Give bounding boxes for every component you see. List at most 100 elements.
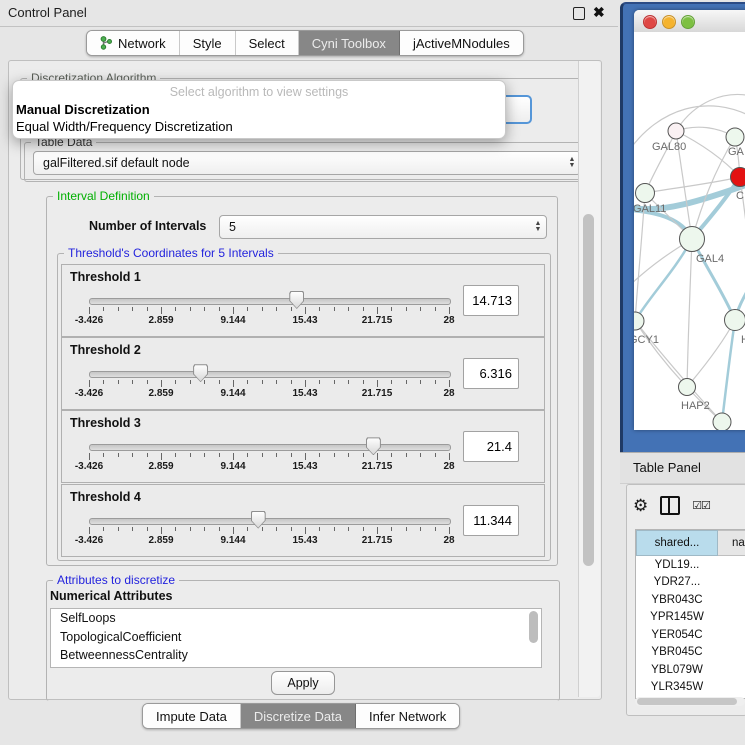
tab-network[interactable]: Network: [87, 31, 180, 55]
network-node-gal4[interactable]: [680, 227, 705, 252]
table-cell[interactable]: YLR345W: [637, 679, 718, 697]
slider-track[interactable]: [89, 371, 451, 378]
table-cell[interactable]: YBR043C: [637, 591, 718, 609]
network-window-titlebar[interactable]: [634, 10, 745, 33]
num-intervals-combobox[interactable]: 5 ▲▼: [219, 215, 547, 239]
algorithm-item-equal-width[interactable]: Equal Width/Frequency Discretization: [16, 119, 233, 134]
network-node-node[interactable]: [713, 413, 731, 430]
tab-cyni-toolbox[interactable]: Cyni Toolbox: [299, 31, 400, 55]
split-columns-icon[interactable]: [660, 496, 680, 515]
network-node-label: GAL4: [696, 253, 724, 265]
threshold-label: Threshold 2: [70, 343, 141, 357]
thresholds-group-label: Threshold's Coordinates for 5 Intervals: [64, 246, 278, 260]
close-panel-icon[interactable]: ✖: [593, 4, 605, 21]
table-row[interactable]: YBL079WYBL0: [637, 661, 745, 679]
tab-infer-network[interactable]: Infer Network: [356, 704, 459, 728]
slider-tick-labels: -3.4262.8599.14415.4321.71528: [89, 535, 449, 547]
table-cell[interactable]: YDL1: [718, 556, 745, 574]
network-edge[interactable]: [687, 239, 692, 387]
network-node-label: GAL80: [652, 141, 686, 153]
table-cell[interactable]: YDR27...: [637, 574, 718, 592]
slider-ticks: [89, 453, 449, 460]
float-panel-icon[interactable]: [573, 7, 585, 20]
slider-track[interactable]: [89, 518, 451, 525]
network-edge-highlighted[interactable]: [692, 239, 735, 320]
network-node-label: GAL11: [634, 203, 666, 215]
table-row[interactable]: YER054CYER0: [637, 626, 745, 644]
network-node-gal11[interactable]: [636, 184, 655, 203]
table-cell[interactable]: YPR145W: [637, 609, 718, 627]
network-node-ga[interactable]: [726, 128, 744, 146]
node-table[interactable]: shared...na YDL19...YDL1YDR27...YDR2YBR0…: [635, 529, 745, 699]
table-panel-titlebar: Table Panel: [620, 452, 745, 484]
settings-scrollbar-thumb[interactable]: [583, 214, 594, 566]
table-data-combobox[interactable]: galFiltered.sif default node ▲▼: [33, 151, 581, 175]
table-row[interactable]: YDR27...YDR2: [637, 574, 745, 592]
table-cell[interactable]: YLR3: [718, 679, 745, 697]
network-edge[interactable]: [676, 94, 745, 131]
table-row[interactable]: YBR045CYBR0: [637, 644, 745, 662]
network-node-gal80[interactable]: [668, 123, 684, 139]
close-window-icon[interactable]: [643, 15, 657, 29]
minimize-window-icon[interactable]: [662, 15, 676, 29]
network-edge-highlighted[interactable]: [635, 239, 692, 321]
table-row[interactable]: YLR345WYLR3: [637, 679, 745, 697]
slider-track[interactable]: [89, 444, 451, 451]
network-canvas[interactable]: GAL80GACGAL11GAL4GCY1HHAP2: [634, 32, 745, 430]
table-cell[interactable]: YBR0: [718, 644, 745, 662]
tab-impute-data[interactable]: Impute Data: [143, 704, 241, 728]
algorithm-dropdown-popup: Select algorithm to view settings Manual…: [12, 80, 506, 139]
table-cell[interactable]: YBR0: [718, 591, 745, 609]
table-cell[interactable]: YBR045C: [637, 644, 718, 662]
tab-select[interactable]: Select: [236, 31, 299, 55]
network-window-frame[interactable]: GAL80GACGAL11GAL4GCY1HHAP2: [620, 2, 745, 454]
table-cell[interactable]: YBL079W: [637, 661, 718, 679]
tab-label: Network: [118, 36, 166, 51]
network-node-gcy1[interactable]: [634, 312, 644, 330]
network-node-label: GCY1: [634, 334, 659, 346]
table-cell[interactable]: YER054C: [637, 626, 718, 644]
network-node-c[interactable]: [731, 168, 745, 187]
gear-icon[interactable]: ⚙: [633, 497, 648, 514]
num-intervals-label: Number of Intervals: [89, 219, 206, 233]
tab-style[interactable]: Style: [180, 31, 236, 55]
network-window: GAL80GACGAL11GAL4GCY1HHAP2: [634, 10, 745, 430]
threshold-panel-1: Threshold 1-3.4262.8599.14415.4321.71528…: [61, 264, 545, 337]
table-panel: ⚙ ☑☑ shared...na YDL19...YDL1YDR27...YDR…: [626, 484, 745, 716]
table-cell[interactable]: YPR1: [718, 609, 745, 627]
apply-button[interactable]: Apply: [271, 671, 335, 695]
network-edge-highlighted[interactable]: [722, 320, 735, 422]
list-scrollbar[interactable]: [529, 611, 538, 643]
network-node-h[interactable]: [725, 310, 745, 331]
checkboxes-icon[interactable]: ☑☑: [692, 499, 710, 512]
threshold-panel-3: Threshold 3-3.4262.8599.14415.4321.71528…: [61, 410, 545, 483]
table-hscrollbar[interactable]: [635, 697, 745, 706]
tab-discretize-data[interactable]: Discretize Data: [241, 704, 356, 728]
table-cell[interactable]: YBL0: [718, 661, 745, 679]
table-row[interactable]: YPR145WYPR1: [637, 609, 745, 627]
algorithm-item-manual[interactable]: Manual Discretization: [16, 102, 150, 117]
table-row[interactable]: YBR043CYBR0: [637, 591, 745, 609]
zoom-window-icon[interactable]: [681, 15, 695, 29]
table-cell[interactable]: YDR2: [718, 574, 745, 592]
threshold-value-field[interactable]: 14.713: [463, 285, 519, 316]
network-node-label: GA: [728, 146, 745, 158]
attribute-list-item[interactable]: SelfLoops: [51, 609, 541, 628]
algorithm-placeholder-item[interactable]: Select algorithm to view settings: [13, 85, 505, 99]
table-column-header[interactable]: shared...: [637, 531, 718, 556]
table-cell[interactable]: YER0: [718, 626, 745, 644]
tab-jactivemnodules[interactable]: jActiveMNodules: [400, 31, 523, 55]
threshold-value-field[interactable]: 11.344: [463, 505, 519, 536]
table-row[interactable]: YDL19...YDL1: [637, 556, 745, 574]
attribute-list-item[interactable]: BetweennessCentrality: [51, 646, 541, 665]
table-column-header[interactable]: na: [718, 531, 745, 556]
table-data-group: Table Data galFiltered.sif default node …: [24, 142, 590, 182]
network-node-hap2[interactable]: [679, 379, 696, 396]
threshold-value-field[interactable]: 21.4: [463, 431, 519, 462]
threshold-value-field[interactable]: 6.316: [463, 358, 519, 389]
attribute-list-item[interactable]: TopologicalCoefficient: [51, 628, 541, 647]
slider-track[interactable]: [89, 298, 451, 305]
network-icon: [100, 36, 113, 50]
tab-label: Cyni Toolbox: [312, 36, 386, 51]
table-cell[interactable]: YDL19...: [637, 556, 718, 574]
